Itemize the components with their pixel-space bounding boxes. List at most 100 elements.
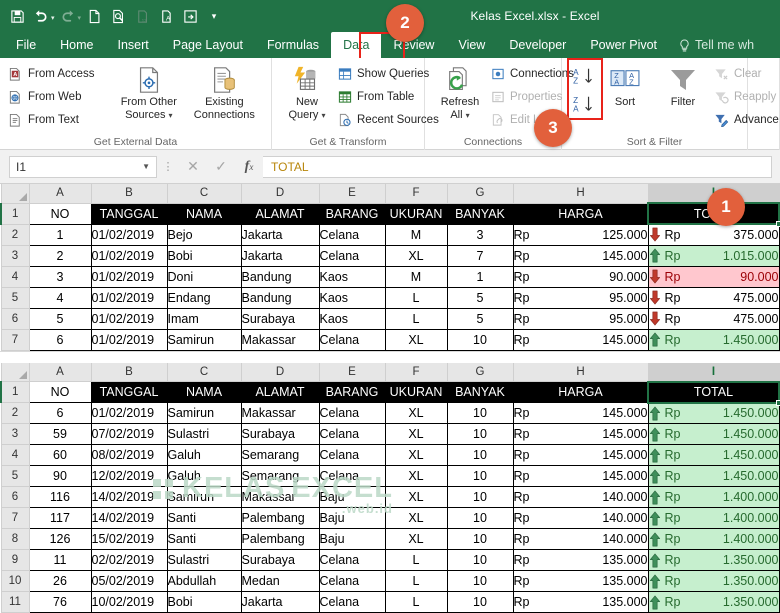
bottom-cell-banyak[interactable]: 10 (447, 403, 513, 424)
bottom-cell-ukuran[interactable]: XL (385, 487, 447, 508)
open-recent-icon[interactable] (179, 5, 201, 27)
bottom-cell-banyak[interactable]: 10 (447, 487, 513, 508)
bottom-cell-alamat[interactable]: Makassar (241, 403, 319, 424)
from-text-button[interactable]: From Text (6, 109, 114, 131)
bottom-cell-tanggal[interactable]: 02/02/2019 (91, 550, 167, 571)
bottom-cell-barang[interactable]: Celana (319, 466, 385, 487)
bottom-cell-no[interactable]: 26 (29, 571, 91, 592)
tab-insert[interactable]: Insert (106, 32, 161, 58)
show-queries-button[interactable]: Show Queries (336, 63, 432, 85)
cell-A1-bottom[interactable]: NO (29, 382, 91, 403)
top-cell-no[interactable]: 2 (29, 245, 91, 266)
from-access-button[interactable]: A From Access (6, 63, 114, 85)
top-cell-banyak[interactable]: 7 (447, 245, 513, 266)
bottom-cell-total[interactable]: Rp1.450.000 (648, 445, 779, 466)
top-cell-harga[interactable]: Rp95.000 (513, 308, 648, 329)
bottom-cell-ukuran[interactable]: L (385, 592, 447, 613)
column-header-H-bottom[interactable]: H (513, 363, 648, 382)
cell-C1-bottom[interactable]: NAMA (167, 382, 241, 403)
connections-button[interactable]: Connections (489, 63, 569, 85)
bottom-cell-tanggal[interactable]: 10/02/2019 (91, 592, 167, 613)
row-header-4[interactable]: 4 (1, 445, 29, 466)
top-cell-total[interactable]: Rp1.450.000 (648, 329, 779, 350)
cell-D1[interactable]: ALAMAT (241, 203, 319, 224)
top-cell-tanggal[interactable]: 01/02/2019 (91, 287, 167, 308)
bottom-cell-barang[interactable]: Baju (319, 529, 385, 550)
top-cell-harga[interactable]: Rp90.000 (513, 266, 648, 287)
top-cell-no[interactable]: 3 (29, 266, 91, 287)
top-cell-nama[interactable]: Bejo (167, 224, 241, 245)
bottom-cell-total[interactable]: Rp1.400.000 (648, 508, 779, 529)
column-header-F-bottom[interactable]: F (385, 363, 447, 382)
top-cell-barang[interactable]: Kaos (319, 266, 385, 287)
bottom-cell-total[interactable]: Rp1.350.000 (648, 550, 779, 571)
bottom-cell-total[interactable]: Rp1.450.000 (648, 424, 779, 445)
existing-connections-button[interactable]: Existing Connections (184, 62, 265, 123)
bottom-cell-harga[interactable]: Rp140.000 (513, 508, 648, 529)
cell-E1-bottom[interactable]: BARANG (319, 382, 385, 403)
bottom-cell-barang[interactable]: Baju (319, 487, 385, 508)
row-header-3[interactable]: 3 (1, 245, 29, 266)
top-cell-nama[interactable]: Doni (167, 266, 241, 287)
bottom-cell-alamat[interactable]: Palembang (241, 508, 319, 529)
bottom-cell-no[interactable]: 76 (29, 592, 91, 613)
select-all-corner-bottom[interactable] (1, 363, 29, 382)
bottom-cell-banyak[interactable]: 10 (447, 592, 513, 613)
bottom-cell-alamat[interactable]: Makassar (241, 487, 319, 508)
bottom-cell-nama[interactable]: Samirun (167, 487, 241, 508)
chevron-down-icon[interactable]: ▼ (142, 162, 150, 171)
bottom-cell-alamat[interactable]: Jakarta (241, 592, 319, 613)
bottom-cell-banyak[interactable]: 10 (447, 550, 513, 571)
row-header-7[interactable]: 7 (1, 329, 29, 350)
bottom-cell-no[interactable]: 6 (29, 403, 91, 424)
column-header-D[interactable]: D (241, 184, 319, 203)
tab-page-layout[interactable]: Page Layout (161, 32, 255, 58)
top-cell-alamat[interactable]: Makassar (241, 329, 319, 350)
bottom-cell-total[interactable]: Rp1.400.000 (648, 487, 779, 508)
bottom-cell-alamat[interactable]: Palembang (241, 529, 319, 550)
undo-icon[interactable] (30, 5, 52, 27)
top-cell-total[interactable]: Rp1.015.000 (648, 245, 779, 266)
recent-sources-button[interactable]: Recent Sources (336, 109, 432, 131)
top-cell-barang[interactable]: Kaos (319, 308, 385, 329)
cell-H1[interactable]: HARGA (513, 203, 648, 224)
bottom-cell-harga[interactable]: Rp135.000 (513, 592, 648, 613)
row-header-2[interactable]: 2 (1, 224, 29, 245)
bottom-cell-harga[interactable]: Rp145.000 (513, 403, 648, 424)
top-cell-harga[interactable]: Rp145.000 (513, 329, 648, 350)
bottom-cell-no[interactable]: 90 (29, 466, 91, 487)
tab-view[interactable]: View (446, 32, 497, 58)
top-cell-alamat[interactable]: Bandung (241, 287, 319, 308)
column-header-C-bottom[interactable]: C (167, 363, 241, 382)
column-header-I-bottom[interactable]: I (648, 363, 779, 382)
new-icon[interactable] (83, 5, 105, 27)
column-header-E[interactable]: E (319, 184, 385, 203)
top-cell-harga[interactable]: Rp95.000 (513, 287, 648, 308)
cell-G1[interactable]: BANYAK (447, 203, 513, 224)
bottom-cell-tanggal[interactable]: 14/02/2019 (91, 508, 167, 529)
bottom-cell-nama[interactable]: Galuh (167, 445, 241, 466)
cell-H1-bottom[interactable]: HARGA (513, 382, 648, 403)
top-cell-harga[interactable]: Rp125.000 (513, 224, 648, 245)
bottom-cell-barang[interactable]: Baju (319, 508, 385, 529)
cell-B1-bottom[interactable]: TANGGAL (91, 382, 167, 403)
top-cell-nama[interactable]: Samirun (167, 329, 241, 350)
tab-developer[interactable]: Developer (497, 32, 578, 58)
top-cell-total[interactable]: Rp90.000 (648, 266, 779, 287)
top-cell-harga[interactable]: Rp145.000 (513, 245, 648, 266)
column-header-E-bottom[interactable]: E (319, 363, 385, 382)
cell-D1-bottom[interactable]: ALAMAT (241, 382, 319, 403)
top-cell-nama[interactable]: Endang (167, 287, 241, 308)
bottom-cell-total[interactable]: Rp1.350.000 (648, 571, 779, 592)
bottom-cell-alamat[interactable]: Medan (241, 571, 319, 592)
bottom-cell-tanggal[interactable]: 15/02/2019 (91, 529, 167, 550)
top-cell-ukuran[interactable]: XL (385, 245, 447, 266)
column-header-A-bottom[interactable]: A (29, 363, 91, 382)
bottom-cell-alamat[interactable]: Semarang (241, 445, 319, 466)
bottom-cell-ukuran[interactable]: XL (385, 529, 447, 550)
top-cell-banyak[interactable]: 1 (447, 266, 513, 287)
top-cell-alamat[interactable]: Surabaya (241, 308, 319, 329)
row-header-10[interactable]: 10 (1, 571, 29, 592)
bottom-cell-tanggal[interactable]: 07/02/2019 (91, 424, 167, 445)
bottom-cell-alamat[interactable]: Semarang (241, 466, 319, 487)
